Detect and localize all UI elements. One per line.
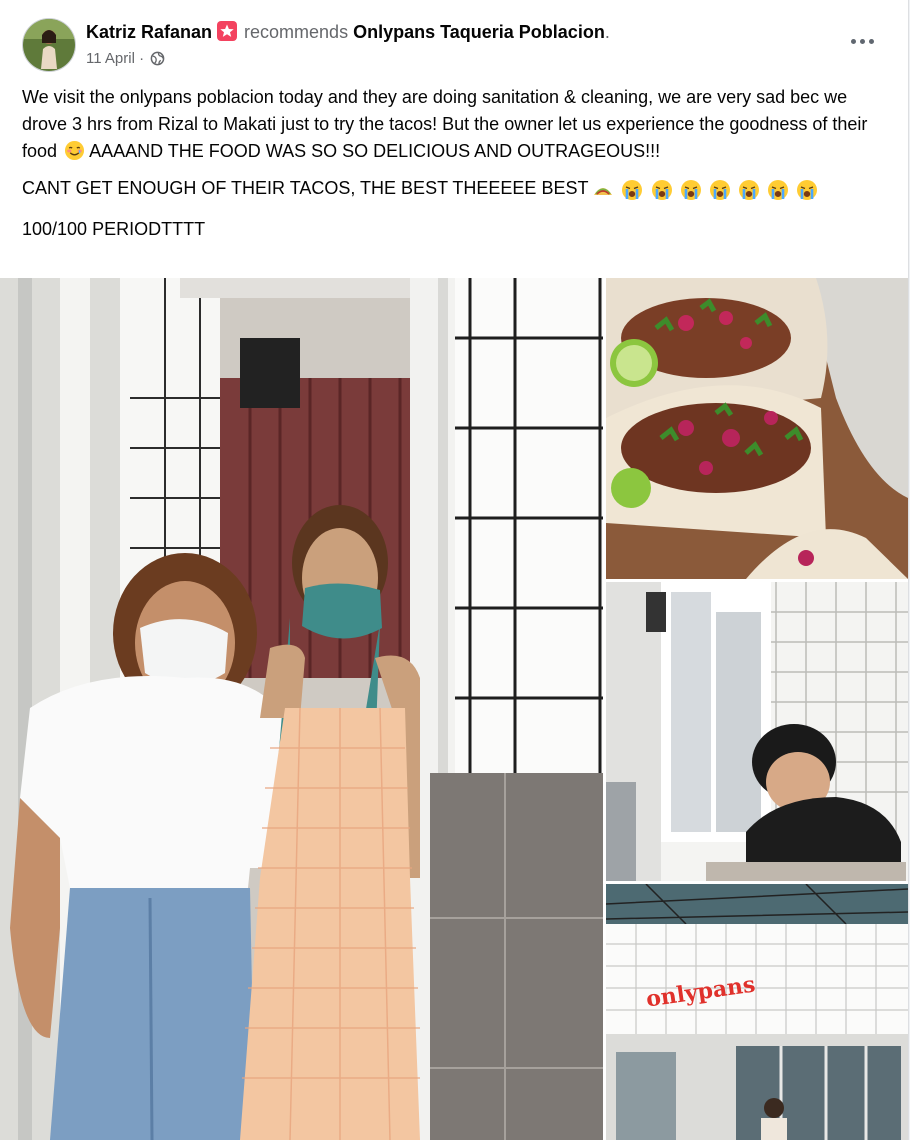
photo-man-eating[interactable]: [606, 582, 908, 881]
page-name-link[interactable]: Onlypans Taqueria Poblacion: [353, 22, 605, 42]
post-date[interactable]: 11 April: [86, 50, 135, 67]
crying-face-icon: [738, 180, 759, 200]
paragraph2-text: CANT GET ENOUGH OF THEIR TACOS, THE BEST…: [22, 178, 589, 198]
post-header-line: Katriz Rafanan recommends Onlypans Taquer…: [86, 20, 610, 44]
post-paragraph-1: We visit the onlypans poblacion today an…: [22, 84, 884, 165]
crying-face-icon: [767, 180, 788, 200]
crying-face-icon: [651, 180, 672, 200]
photo-storefront[interactable]: onlypans: [606, 884, 908, 1140]
post-card: Katriz Rafanan recommends Onlypans Taquer…: [0, 0, 909, 1140]
dot-icon: [868, 38, 874, 44]
globe-icon[interactable]: [148, 50, 165, 67]
post-paragraph-2: CANT GET ENOUGH OF THEIR TACOS, THE BEST…: [22, 175, 884, 206]
taco-icon: [594, 188, 613, 195]
post-meta: 11 April ·: [86, 49, 165, 69]
smiling-face-with-tear-icon: [64, 140, 85, 161]
recommend-badge-icon: [216, 20, 238, 42]
page-suffix: .: [604, 22, 610, 42]
crying-face-icon: [709, 180, 730, 200]
crying-face-icon: [622, 180, 643, 200]
photo-two-women[interactable]: [0, 278, 603, 1140]
crying-face-icon: [680, 180, 701, 200]
dot-icon: [850, 38, 856, 44]
paragraph1-tail: AAAAND THE FOOD WAS SO SO DELICIOUS AND …: [85, 141, 661, 161]
recommends-text: recommends: [244, 22, 349, 42]
dot-icon: [859, 38, 865, 44]
more-options-button[interactable]: [842, 26, 882, 56]
emoji-row: [592, 179, 819, 206]
post-message: We visit the onlypans poblacion today an…: [22, 84, 884, 253]
author-avatar[interactable]: [22, 18, 76, 72]
post-paragraph-3: 100/100 PERIODTTTT: [22, 219, 206, 239]
crying-face-icon: [796, 180, 817, 200]
author-name[interactable]: Katriz Rafanan: [86, 22, 212, 42]
photo-tacos[interactable]: [606, 278, 908, 579]
meta-separator: ·: [139, 50, 145, 67]
